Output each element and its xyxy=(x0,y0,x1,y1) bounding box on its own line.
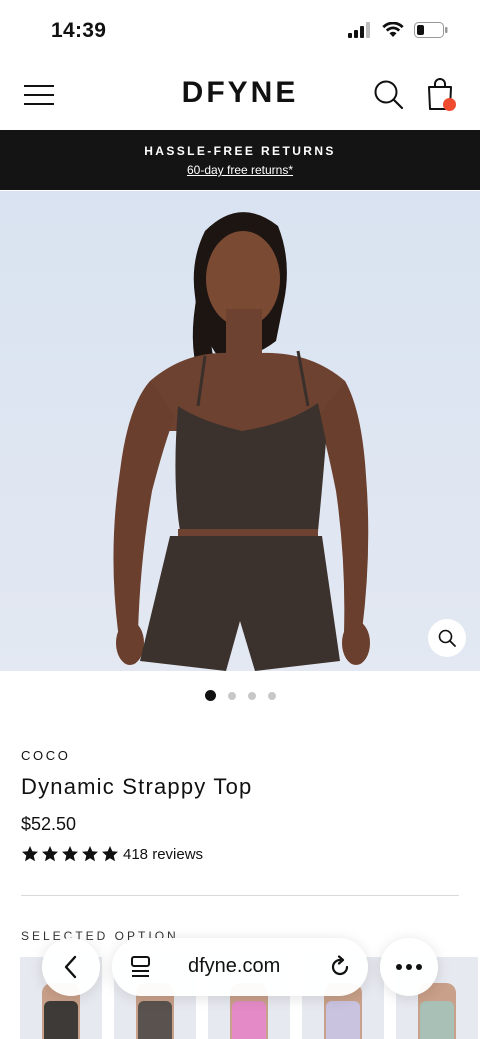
zoom-icon xyxy=(438,629,456,647)
carousel-dot[interactable] xyxy=(204,690,216,701)
reload-icon[interactable] xyxy=(328,955,352,979)
product-title: Dynamic Strappy Top xyxy=(21,774,253,799)
cellular-signal-icon xyxy=(348,22,370,38)
star-icon xyxy=(62,846,78,862)
product-brand: COCO xyxy=(21,748,71,763)
carousel-dot[interactable] xyxy=(227,691,236,700)
star-icon xyxy=(102,846,118,862)
status-icons xyxy=(348,22,448,38)
url-text: dfyne.com xyxy=(188,955,281,977)
promo-title: HASSLE-FREE RETURNS xyxy=(144,144,336,158)
browser-back-button[interactable] xyxy=(42,938,100,996)
product-image[interactable] xyxy=(0,191,480,671)
promo-banner: HASSLE-FREE RETURNS 60-day free returns* xyxy=(0,130,480,190)
product-rating[interactable]: 418 reviews xyxy=(21,845,203,863)
more-icon xyxy=(396,964,422,970)
swatch-garment xyxy=(138,1001,172,1039)
star-icon xyxy=(82,846,98,862)
swatch-garment xyxy=(232,1001,266,1039)
brand-logo[interactable]: DFYNE xyxy=(0,76,480,110)
chevron-left-icon xyxy=(64,955,77,979)
swatch-garment xyxy=(326,1001,360,1039)
star-icon xyxy=(42,846,58,862)
battery-icon xyxy=(414,22,448,38)
promo-returns-link[interactable]: 60-day free returns* xyxy=(0,163,480,177)
status-time: 14:39 xyxy=(51,19,107,42)
carousel-dot[interactable] xyxy=(267,691,276,700)
swatch-garment xyxy=(44,1001,78,1039)
model-photo xyxy=(113,212,370,671)
cart-button[interactable] xyxy=(424,76,460,114)
product-price: $52.50 xyxy=(21,814,77,834)
site-header: DFYNE xyxy=(0,62,480,130)
rating-stars xyxy=(21,845,119,863)
swatch-garment xyxy=(420,1001,454,1039)
status-bar: 14:39 xyxy=(0,0,480,62)
star-icon xyxy=(22,846,38,862)
more-options-button[interactable] xyxy=(380,938,438,996)
address-bar[interactable]: dfyne.com xyxy=(112,938,368,996)
wifi-icon xyxy=(382,22,404,37)
carousel-dot[interactable] xyxy=(247,691,256,700)
search-button[interactable] xyxy=(372,78,406,112)
cart-badge xyxy=(443,98,456,111)
browser-toolbar: dfyne.com xyxy=(0,938,480,1000)
carousel-dots xyxy=(0,690,480,701)
tabs-icon[interactable] xyxy=(130,955,152,979)
review-count[interactable]: 418 reviews xyxy=(123,846,203,863)
search-icon xyxy=(374,80,404,110)
divider xyxy=(21,895,459,896)
zoom-button[interactable] xyxy=(428,619,466,657)
